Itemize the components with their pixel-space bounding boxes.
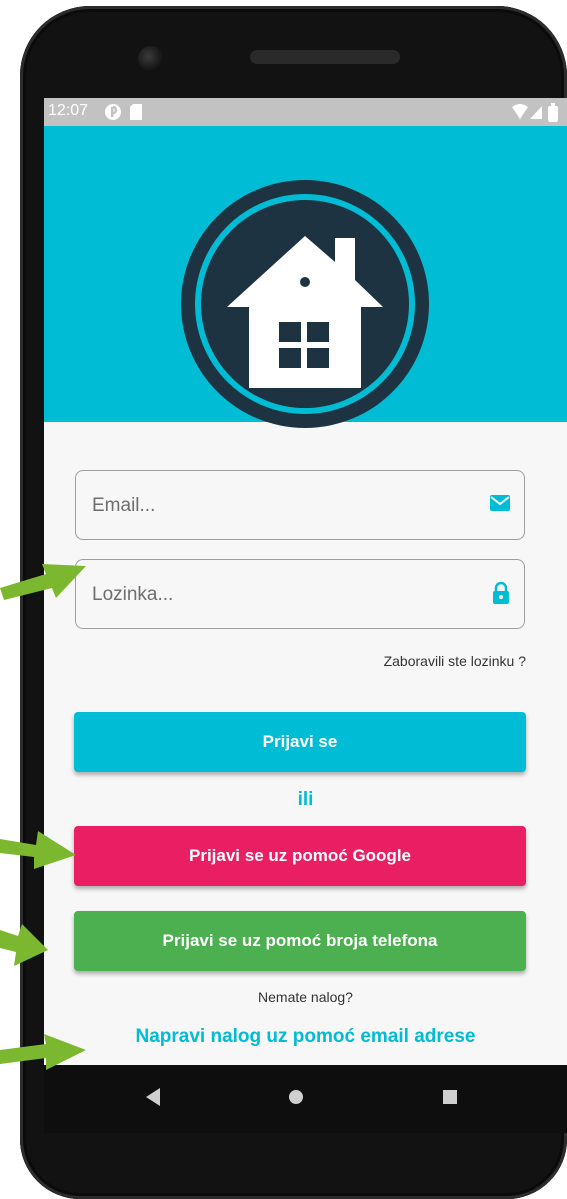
forgot-password-link[interactable]: Zaboravili ste lozinku ? [384,653,526,669]
phone-login-button[interactable]: Prijavi se uz pomoć broja telefona [74,911,526,971]
notification-app-icon [105,104,121,120]
or-separator: ili [297,789,314,810]
recents-icon[interactable] [442,1089,458,1105]
status-bar: 12:07 [44,98,567,126]
password-field[interactable] [75,559,525,630]
create-account-link[interactable]: Napravi nalog uz pomoć email adrese [44,1026,567,1048]
wifi-icon [512,104,528,119]
email-field[interactable] [75,470,525,541]
annotation-arrow-password [0,564,86,600]
battery-icon [548,103,558,122]
lock-icon [493,582,509,604]
no-account-text: Nemate nalog? [258,989,353,1005]
login-button[interactable]: Prijavi se [74,712,526,772]
house-logo-icon [181,180,429,428]
annotation-arrow-create-account [0,1034,86,1070]
sd-card-icon [130,104,142,120]
navigation-bar [44,1065,567,1133]
app-header [44,126,567,428]
app-screen: 12:07 Email... Zaboravili ste lozinku ? … [44,98,567,1065]
annotation-arrow-google [0,831,76,869]
password-input[interactable] [90,560,454,630]
annotation-arrow-phone [0,924,48,966]
back-icon[interactable] [144,1087,162,1107]
home-icon[interactable] [288,1089,304,1105]
earpiece-speaker [250,50,400,64]
signal-icon [530,106,542,119]
envelope-icon [490,495,510,511]
front-camera [138,46,164,72]
google-login-button[interactable]: Prijavi se uz pomoć Google [74,826,526,886]
email-input[interactable] [90,471,454,541]
status-time: 12:07 [48,102,89,119]
